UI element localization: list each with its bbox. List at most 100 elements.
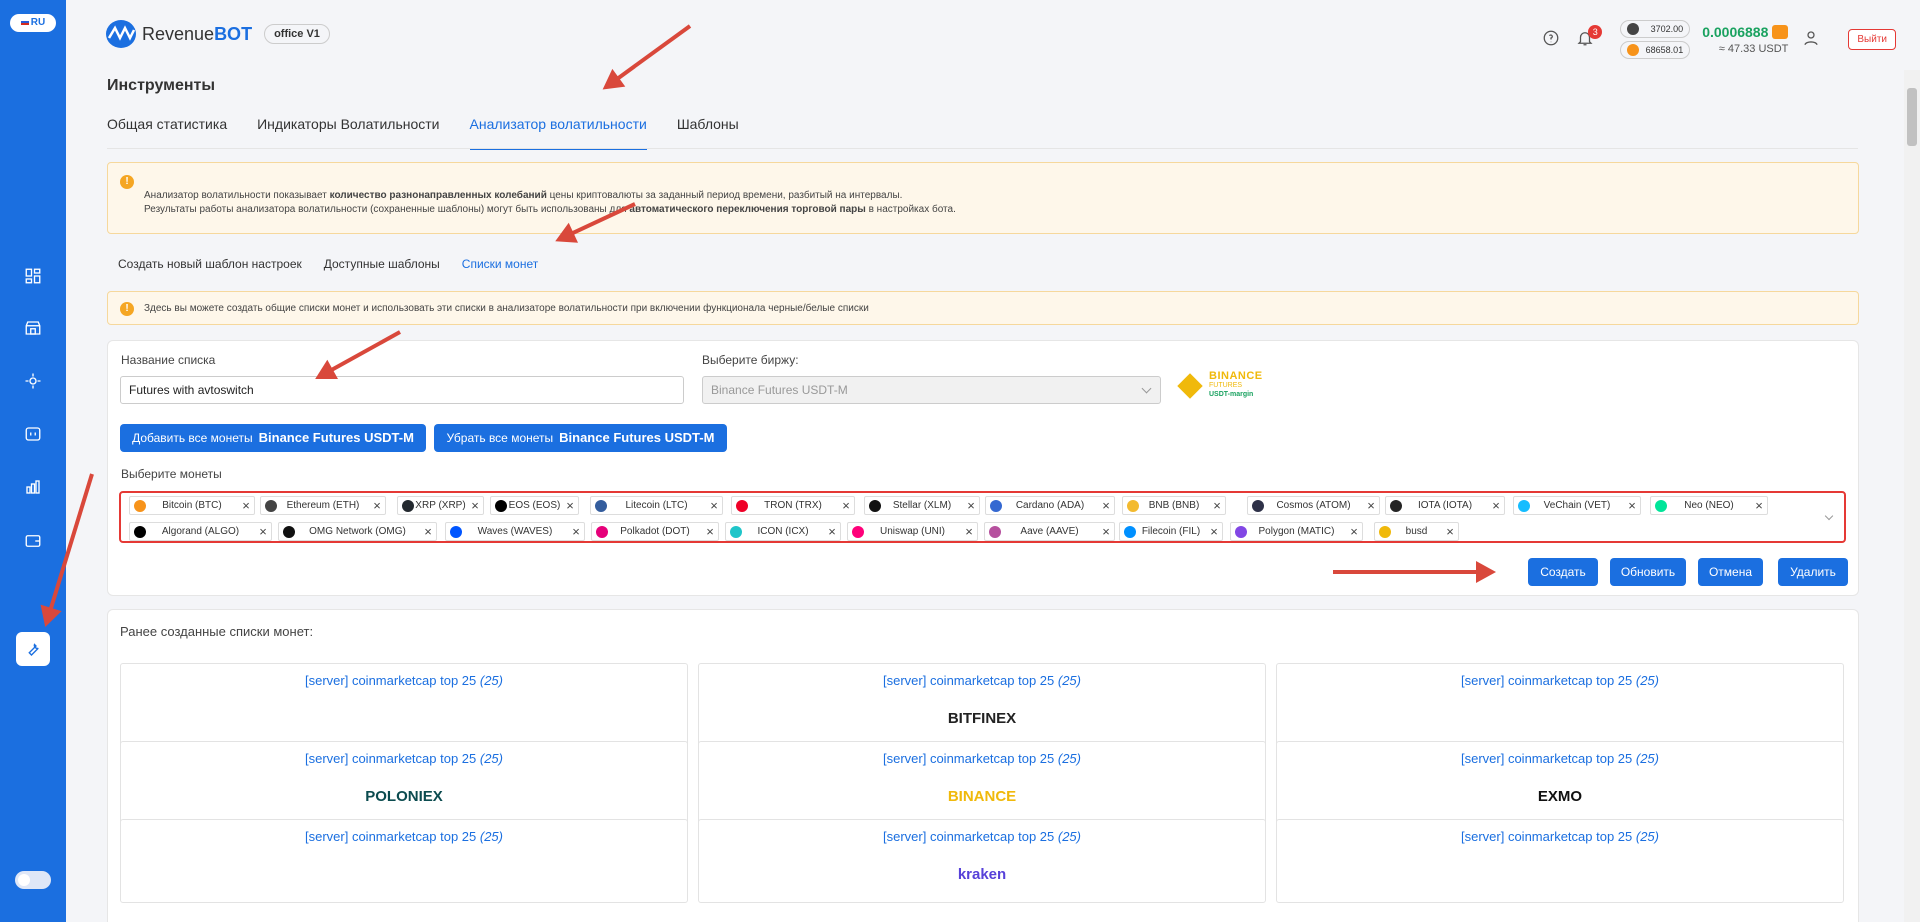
logout-button[interactable]: Выйти [1848,29,1896,50]
theme-toggle[interactable] [15,871,51,889]
coin-name: Neo (NEO) [1684,500,1734,511]
remove-coin-icon[interactable]: × [961,522,977,541]
coin-list-card[interactable]: [server] coinmarketcap top 25 (25) kraken [698,819,1266,903]
coin-list-card[interactable]: [server] coinmarketcap top 25 (25) [120,819,688,903]
support-icon[interactable] [1542,29,1564,51]
coin-list-card[interactable]: [server] coinmarketcap top 25 (25) [1276,819,1844,903]
create-button[interactable]: Создать [1528,558,1598,586]
coin-icon [869,499,881,512]
coin-list-card[interactable]: [server] coinmarketcap top 25 (25) EXMO [1276,741,1844,825]
coin-list-card[interactable]: [server] coinmarketcap top 25 (25) [1276,663,1844,747]
coin-list-card[interactable]: [server] coinmarketcap top 25 (25) [120,663,688,747]
tab-templates[interactable]: Шаблоны [677,110,739,150]
exchange-logo: BINANCE FUTURES USDT-margin [1177,371,1263,399]
remove-coin-icon[interactable]: × [238,496,254,515]
remove-coin-icon[interactable]: × [1346,522,1362,541]
coin-list-title[interactable]: [server] coinmarketcap top 25 (25) [699,673,1265,688]
remove-coin-icon[interactable]: × [467,496,483,515]
coin-chip: Uniswap (UNI) × [847,522,978,541]
coin-list-title[interactable]: [server] coinmarketcap top 25 (25) [121,673,687,688]
tab-general-stats[interactable]: Общая статистика [107,110,227,150]
remove-coin-icon[interactable]: × [824,522,840,541]
delete-button[interactable]: Удалить [1778,558,1848,586]
remove-coin-icon[interactable]: × [1206,522,1222,541]
coin-list-card[interactable]: [server] coinmarketcap top 25 (25) POLONI… [120,741,688,825]
logo[interactable]: RevenueBOT office V1 [106,20,330,48]
coin-chip: ICON (ICX) × [725,522,841,541]
coin-icon [852,525,864,538]
coin-list-title[interactable]: [server] coinmarketcap top 25 (25) [699,751,1265,766]
remove-coin-icon[interactable]: × [562,496,578,515]
chart-icon[interactable] [19,473,47,501]
sidebar: RU [0,0,66,922]
coin-list-title[interactable]: [server] coinmarketcap top 25 (25) [121,829,687,844]
exchange-label: Выберите биржу: [702,353,799,367]
remove-coin-icon[interactable]: × [963,496,979,515]
chevron-down-icon [1141,383,1152,394]
coin-chip: Ethereum (ETH) × [260,496,386,515]
remove-coin-icon[interactable]: × [1624,496,1640,515]
ethereum-icon [1627,23,1640,35]
coin-list-card[interactable]: [server] coinmarketcap top 25 (25) BINANC… [698,741,1266,825]
coin-lists-info-alert: ! Здесь вы можете создать общие списки м… [107,291,1859,325]
chevron-down-icon[interactable] [1824,511,1834,521]
coin-icon [1655,499,1667,512]
update-button[interactable]: Обновить [1610,558,1686,586]
cancel-button[interactable]: Отмена [1698,558,1763,586]
wallet-icon[interactable] [1772,25,1789,39]
exchange-select[interactable]: Binance Futures USDT-M [702,376,1161,404]
remove-coin-icon[interactable]: × [1751,496,1767,515]
coin-icon [134,499,146,512]
coins-multiselect[interactable]: Bitcoin (BTC) × Ethereum (ETH) × XRP (XRP) × E… [119,491,1846,543]
store-icon[interactable] [19,314,47,342]
add-all-coins-button[interactable]: Добавить все монеты Binance Futures USDT-… [120,424,426,452]
remove-coin-icon[interactable]: × [706,496,722,515]
subtab-available-templates[interactable]: Доступные шаблоны [313,252,451,276]
coin-icon [595,499,607,512]
scrollbar-thumb[interactable] [1907,88,1917,146]
subtab-create-template[interactable]: Создать новый шаблон настроек [107,252,313,276]
tools-icon[interactable] [16,632,50,666]
terminal-icon[interactable] [19,420,47,448]
coin-list-card[interactable]: [server] coinmarketcap top 25 (25) BITFIN… [698,663,1266,747]
remove-coin-icon[interactable]: × [1098,496,1114,515]
coin-icon [1252,499,1264,512]
bot-icon[interactable] [19,367,47,395]
remove-coin-icon[interactable]: × [702,522,718,541]
remove-coin-icon[interactable]: × [838,496,854,515]
language-switch[interactable]: RU [10,14,56,32]
coin-name: TRON (TRX) [764,500,822,511]
coin-list-title[interactable]: [server] coinmarketcap top 25 (25) [1277,829,1843,844]
remove-all-coins-button[interactable]: Убрать все монеты Binance Futures USDT-M [434,424,727,452]
bell-icon[interactable]: 3 [1576,24,1603,51]
coin-name: BNB (BNB) [1148,500,1200,511]
coin-chip: Polygon (MATIC) × [1230,522,1363,541]
scrollbar[interactable] [1904,70,1920,922]
coin-list-title[interactable]: [server] coinmarketcap top 25 (25) [699,829,1265,844]
remove-coin-icon[interactable]: × [1209,496,1225,515]
office-badge[interactable]: office V1 [264,24,330,44]
coin-name: Cosmos (ATOM) [1276,500,1351,511]
coin-list-title[interactable]: [server] coinmarketcap top 25 (25) [121,751,687,766]
exchange-logo: BINANCE [947,788,1017,805]
coin-name: VeChain (VET) [1543,500,1611,511]
subtab-coin-lists[interactable]: Списки монет [451,252,549,276]
dashboard-icon[interactable] [19,262,47,290]
coin-list-title[interactable]: [server] coinmarketcap top 25 (25) [1277,751,1843,766]
remove-coin-icon[interactable]: × [1363,496,1379,515]
tab-volatility-analyzer[interactable]: Анализатор волатильности [469,110,647,150]
wallet-icon[interactable] [19,527,47,555]
list-name-input[interactable]: Futures with avtoswitch [120,376,684,404]
tab-volatility-indicators[interactable]: Индикаторы Волатильности [257,110,439,150]
remove-coin-icon[interactable]: × [1098,522,1114,541]
user-icon[interactable] [1802,29,1824,51]
remove-coin-icon[interactable]: × [568,522,584,541]
remove-coin-icon[interactable]: × [1488,496,1504,515]
coin-list-title[interactable]: [server] coinmarketcap top 25 (25) [1277,673,1843,688]
coin-icon [283,525,295,538]
remove-coin-icon[interactable]: × [1442,522,1458,541]
remove-coin-icon[interactable]: × [369,496,385,515]
remove-coin-icon[interactable]: × [420,522,436,541]
coin-name: Filecoin (FIL) [1141,526,1201,537]
remove-coin-icon[interactable]: × [255,522,271,541]
